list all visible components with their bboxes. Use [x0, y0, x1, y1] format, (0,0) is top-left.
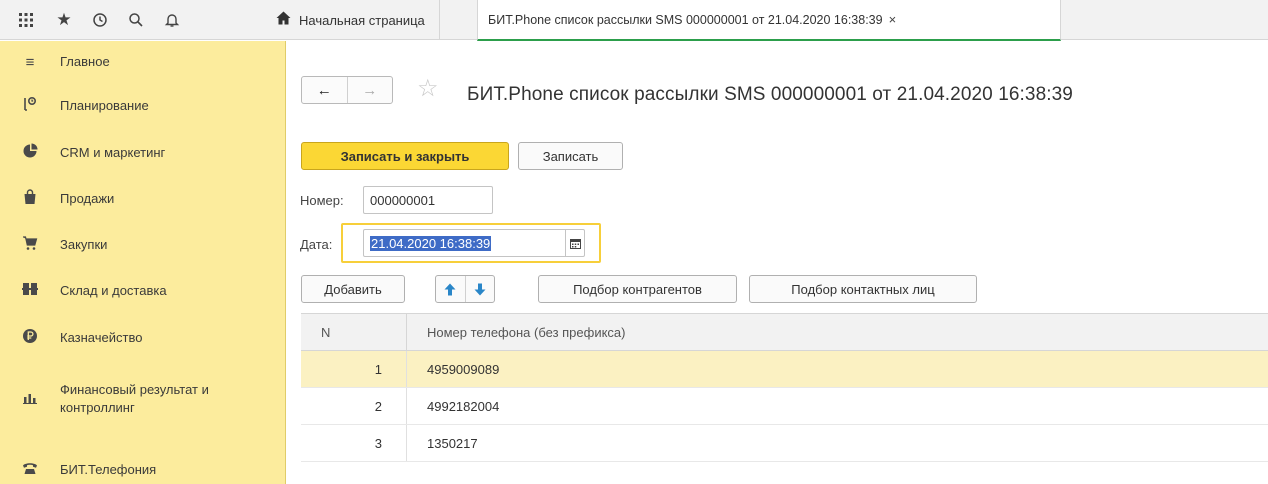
back-arrow-icon[interactable]: ←: [302, 77, 347, 103]
save-button[interactable]: Записать: [518, 142, 623, 170]
tab-document-label: БИТ.Phone список рассылки SMS 000000001 …: [488, 12, 883, 27]
number-label: Номер:: [300, 193, 344, 208]
menu-lines-icon: ≡: [25, 53, 35, 71]
bar-chart-icon: [0, 391, 60, 408]
row-number: 3: [301, 425, 407, 461]
sidebar-item-label: CRM и маркетинг: [60, 145, 166, 160]
document-form: ← → ☆ БИТ.Phone список рассылки SMS 0000…: [287, 41, 1268, 484]
pick-counterparties-button[interactable]: Подбор контрагентов: [538, 275, 737, 303]
date-label: Дата:: [300, 237, 333, 252]
move-up-icon[interactable]: [436, 276, 466, 302]
table-row[interactable]: 1 4959009089: [301, 351, 1268, 388]
sidebar-item-label: Финансовый результат и контроллинг: [60, 382, 209, 415]
sidebar-item-label: Планирование: [60, 98, 149, 113]
phone-cell[interactable]: 1350217: [407, 425, 478, 461]
sidebar: ≡ Главное Планирование CRM и маркетинг П…: [0, 41, 286, 484]
sidebar-item-label: Казначейство: [60, 330, 143, 345]
column-header-phone[interactable]: Номер телефона (без префикса): [407, 314, 626, 350]
tab-home-label: Начальная страница: [299, 12, 425, 28]
sidebar-item-purchases[interactable]: Закупки: [0, 232, 286, 258]
ruble-coin-icon: [0, 328, 60, 348]
history-navigation: ← →: [301, 76, 393, 104]
table-row[interactable]: 3 1350217: [301, 425, 1268, 462]
sidebar-item-label: БИТ.Телефония: [60, 462, 157, 477]
search-icon[interactable]: [118, 0, 154, 40]
history-icon[interactable]: [82, 0, 118, 40]
sidebar-item-crm[interactable]: CRM и маркетинг: [0, 140, 286, 166]
cart-icon: [0, 235, 60, 255]
phone-table: N Номер телефона (без префикса) 1 495900…: [301, 313, 1268, 462]
sidebar-item-financial-result[interactable]: Финансовый результат и контроллинг: [0, 379, 286, 419]
sidebar-item-label: Закупки: [60, 237, 108, 252]
sidebar-item-warehouse[interactable]: Склад и доставка: [0, 278, 286, 304]
close-icon[interactable]: ×: [889, 12, 897, 27]
sidebar-item-planning[interactable]: Планирование: [0, 93, 286, 119]
phone-cell[interactable]: 4992182004: [407, 388, 499, 424]
table-header: N Номер телефона (без префикса): [301, 313, 1268, 351]
phone-cell[interactable]: 4959009089: [407, 351, 499, 387]
forward-arrow-icon[interactable]: →: [346, 77, 393, 103]
shopping-bag-icon: [0, 189, 60, 209]
number-field[interactable]: 000000001: [363, 186, 493, 214]
save-and-close-button[interactable]: Записать и закрыть: [301, 142, 509, 170]
date-field[interactable]: 21.04.2020 16:38:39: [363, 229, 585, 257]
table-row[interactable]: 2 4992182004: [301, 388, 1268, 425]
top-toolbar: ★: [0, 0, 262, 40]
sidebar-item-label: Продажи: [60, 191, 115, 206]
sidebar-item-telephony[interactable]: БИТ.Телефония: [0, 457, 286, 483]
move-row-group: [435, 275, 495, 303]
pick-contacts-button[interactable]: Подбор контактных лиц: [749, 275, 977, 303]
sidebar-item-sales[interactable]: Продажи: [0, 186, 286, 212]
top-bar: ★ Начальная страница БИТ.Phone список ра…: [0, 0, 1268, 41]
row-number: 1: [301, 351, 407, 387]
tab-document[interactable]: БИТ.Phone список рассылки SMS 000000001 …: [477, 0, 1061, 41]
sidebar-item-label: Склад и доставка: [60, 283, 167, 298]
sidebar-item-treasury[interactable]: Казначейство: [0, 325, 286, 351]
telephone-icon: [0, 461, 60, 479]
apps-grid-icon[interactable]: [6, 0, 46, 40]
home-icon: [276, 11, 291, 30]
star-icon[interactable]: ★: [46, 0, 82, 40]
column-header-n[interactable]: N: [301, 314, 407, 350]
add-row-button[interactable]: Добавить: [301, 275, 405, 303]
calendar-icon[interactable]: [565, 229, 585, 257]
warehouse-icon: [0, 281, 60, 301]
page-title: БИТ.Phone список рассылки SMS 000000001 …: [467, 84, 1073, 105]
row-number: 2: [301, 388, 407, 424]
planning-icon: [0, 96, 60, 116]
favorite-star-icon[interactable]: ☆: [417, 77, 439, 101]
sidebar-item-label: Главное: [60, 54, 110, 69]
date-value: 21.04.2020 16:38:39: [370, 235, 492, 251]
pie-chart-icon: [0, 143, 60, 163]
bell-icon[interactable]: [154, 0, 190, 40]
move-down-icon[interactable]: [466, 276, 495, 302]
sidebar-item-main[interactable]: ≡ Главное: [0, 49, 286, 75]
tab-home[interactable]: Начальная страница: [266, 0, 440, 40]
